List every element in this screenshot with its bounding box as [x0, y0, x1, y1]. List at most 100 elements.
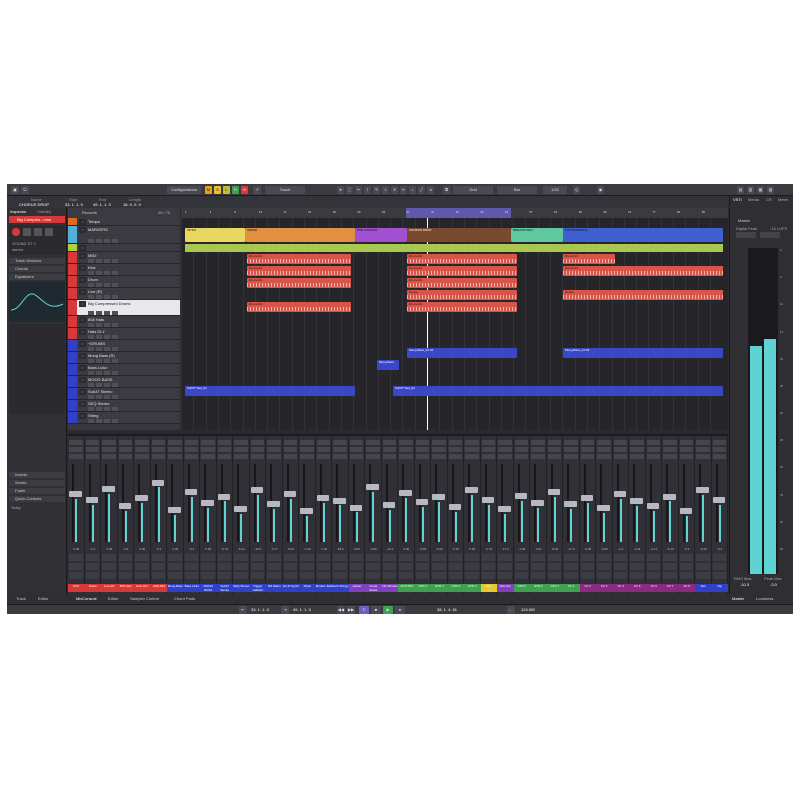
- fader-value[interactable]: -7.40: [316, 547, 333, 551]
- channel-button[interactable]: [118, 572, 132, 579]
- channel-name[interactable]: Comb Snare: [365, 584, 382, 592]
- channel-slot[interactable]: [597, 447, 611, 452]
- track-name[interactable]: Live (R): [88, 289, 102, 294]
- track-name[interactable]: Sub37 Stereo: [88, 389, 112, 394]
- channel-slot[interactable]: [597, 440, 611, 445]
- channel-button[interactable]: [696, 572, 710, 579]
- channel-name[interactable]: Vox: [480, 584, 497, 592]
- fader-value[interactable]: -3.61: [530, 547, 547, 551]
- channel-slot[interactable]: [481, 440, 495, 445]
- fader-value[interactable]: -0.26: [580, 547, 597, 551]
- channel-slot[interactable]: [85, 440, 99, 445]
- mixer-channel[interactable]: -3.61 GTR 6: [530, 436, 547, 596]
- channel-slot[interactable]: [663, 454, 677, 459]
- go-left-locator-icon[interactable]: ⇤: [239, 606, 247, 614]
- mixer-channel[interactable]: -6.74 FX 1: [563, 436, 580, 596]
- channel-button[interactable]: [564, 554, 578, 561]
- channel-button[interactable]: [300, 554, 314, 561]
- fader-value[interactable]: -0.4: [184, 547, 201, 551]
- arranger-section[interactable]: INTRO: [185, 228, 245, 242]
- fader-value[interactable]: 0.00: [134, 547, 151, 551]
- channel-slot[interactable]: [646, 440, 660, 445]
- layout-right-icon[interactable]: ▦: [757, 186, 764, 194]
- track-button[interactable]: [96, 359, 102, 363]
- track-row[interactable]: ♪ Drum: [68, 276, 180, 288]
- fader-value[interactable]: -4.17: [646, 547, 663, 551]
- channel-button[interactable]: [399, 572, 413, 579]
- channel-button[interactable]: [234, 554, 248, 561]
- channel-slot[interactable]: [564, 454, 578, 459]
- channel-button[interactable]: [597, 563, 611, 570]
- channel-button[interactable]: [630, 554, 644, 561]
- channel-button[interactable]: [663, 554, 677, 561]
- mixer-channel[interactable]: -0.26 FX 2: [579, 436, 597, 596]
- channel-slot[interactable]: [118, 454, 132, 459]
- track-button[interactable]: [88, 347, 94, 351]
- track-button[interactable]: [112, 395, 118, 399]
- track-button[interactable]: [104, 395, 110, 399]
- fader-handle[interactable]: [514, 493, 527, 499]
- fader-value[interactable]: -0.2: [712, 547, 729, 551]
- fader-handle[interactable]: [712, 497, 725, 503]
- mixer-channel[interactable]: 0.00 Jupiter: [348, 436, 365, 596]
- grid-bar-dropdown[interactable]: Bar: [497, 186, 537, 194]
- setup-label[interactable]: Setup: [11, 505, 21, 510]
- channel-button[interactable]: [580, 572, 594, 579]
- master-tab[interactable]: Master: [729, 595, 747, 603]
- channel-slot[interactable]: [168, 454, 182, 459]
- mixer-channel[interactable]: 0.00 GTR 4: [464, 436, 481, 596]
- channel-button[interactable]: [712, 554, 726, 561]
- track-button[interactable]: [112, 359, 118, 363]
- fader-value[interactable]: -1.9: [118, 547, 135, 551]
- channel-slot[interactable]: [168, 447, 182, 452]
- channel-button[interactable]: [663, 563, 677, 570]
- fader-value[interactable]: -17.2: [497, 547, 514, 551]
- channel-button[interactable]: [201, 563, 215, 570]
- layout-bottom-icon[interactable]: ▥: [747, 186, 754, 194]
- channel-button[interactable]: [432, 572, 446, 579]
- mixconsole-tab[interactable]: MixConsole: [73, 595, 100, 603]
- sends-section[interactable]: Sends: [9, 480, 65, 486]
- channel-button[interactable]: [366, 554, 380, 561]
- track-name[interactable]: +DRUMS: [88, 341, 105, 346]
- channel-button[interactable]: [481, 563, 495, 570]
- fader-handle[interactable]: [217, 494, 230, 500]
- track-row[interactable]: ♪ Moog Bass (R): [68, 352, 180, 364]
- track-button[interactable]: [112, 271, 118, 275]
- fader-handle[interactable]: [531, 500, 544, 506]
- channel-name[interactable]: FX 7: [662, 584, 679, 592]
- mixer-channel[interactable]: -1.06 Pluck: [299, 436, 316, 596]
- chord-pads-tab[interactable]: Chord Pads: [171, 595, 198, 603]
- mixer-channel[interactable]: -0.2 Dly: [711, 436, 729, 596]
- channel-name[interactable]: Pluck: [299, 584, 316, 592]
- channel-slot[interactable]: [300, 447, 314, 452]
- track-button[interactable]: [88, 359, 94, 363]
- channel-slot[interactable]: [712, 440, 726, 445]
- channel-slot[interactable]: [283, 447, 297, 452]
- channel-button[interactable]: [465, 563, 479, 570]
- channel-slot[interactable]: [531, 440, 545, 445]
- channel-slot[interactable]: [184, 440, 198, 445]
- channel-button[interactable]: [349, 572, 363, 579]
- channel-slot[interactable]: [448, 440, 462, 445]
- channel-button[interactable]: [448, 554, 462, 561]
- channel-button[interactable]: [580, 563, 594, 570]
- fader-handle[interactable]: [234, 506, 247, 512]
- fader-value[interactable]: -1.89: [514, 547, 531, 551]
- channel-button[interactable]: [646, 554, 660, 561]
- channel-name[interactable]: FX 5: [629, 584, 646, 592]
- arranger-section[interactable]: CHORUS DROP: [407, 228, 511, 242]
- listen-icon[interactable]: L: [223, 186, 230, 194]
- track-button[interactable]: [96, 383, 102, 387]
- track-button[interactable]: [104, 347, 110, 351]
- channel-slot[interactable]: [366, 440, 380, 445]
- track-button[interactable]: [104, 271, 110, 275]
- channel-button[interactable]: [564, 572, 578, 579]
- channel-slot[interactable]: [135, 454, 149, 459]
- track-row[interactable]: ♪: [68, 244, 180, 252]
- channel-button[interactable]: [564, 563, 578, 570]
- draw-tool-icon[interactable]: ✏: [400, 186, 407, 194]
- track-button[interactable]: [112, 383, 118, 387]
- audio-event[interactable]: Tempo: [563, 290, 723, 300]
- fader-handle[interactable]: [85, 497, 98, 503]
